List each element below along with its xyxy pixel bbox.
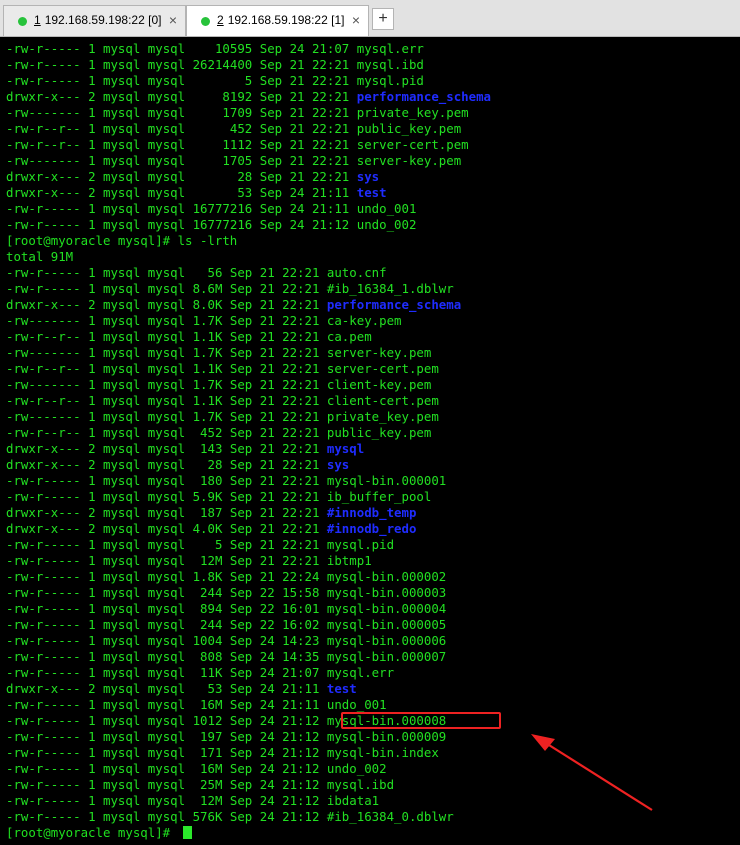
arrow-head [531,734,555,751]
annotation-arrow-icon [531,734,653,811]
arrow-shaft [540,739,653,811]
